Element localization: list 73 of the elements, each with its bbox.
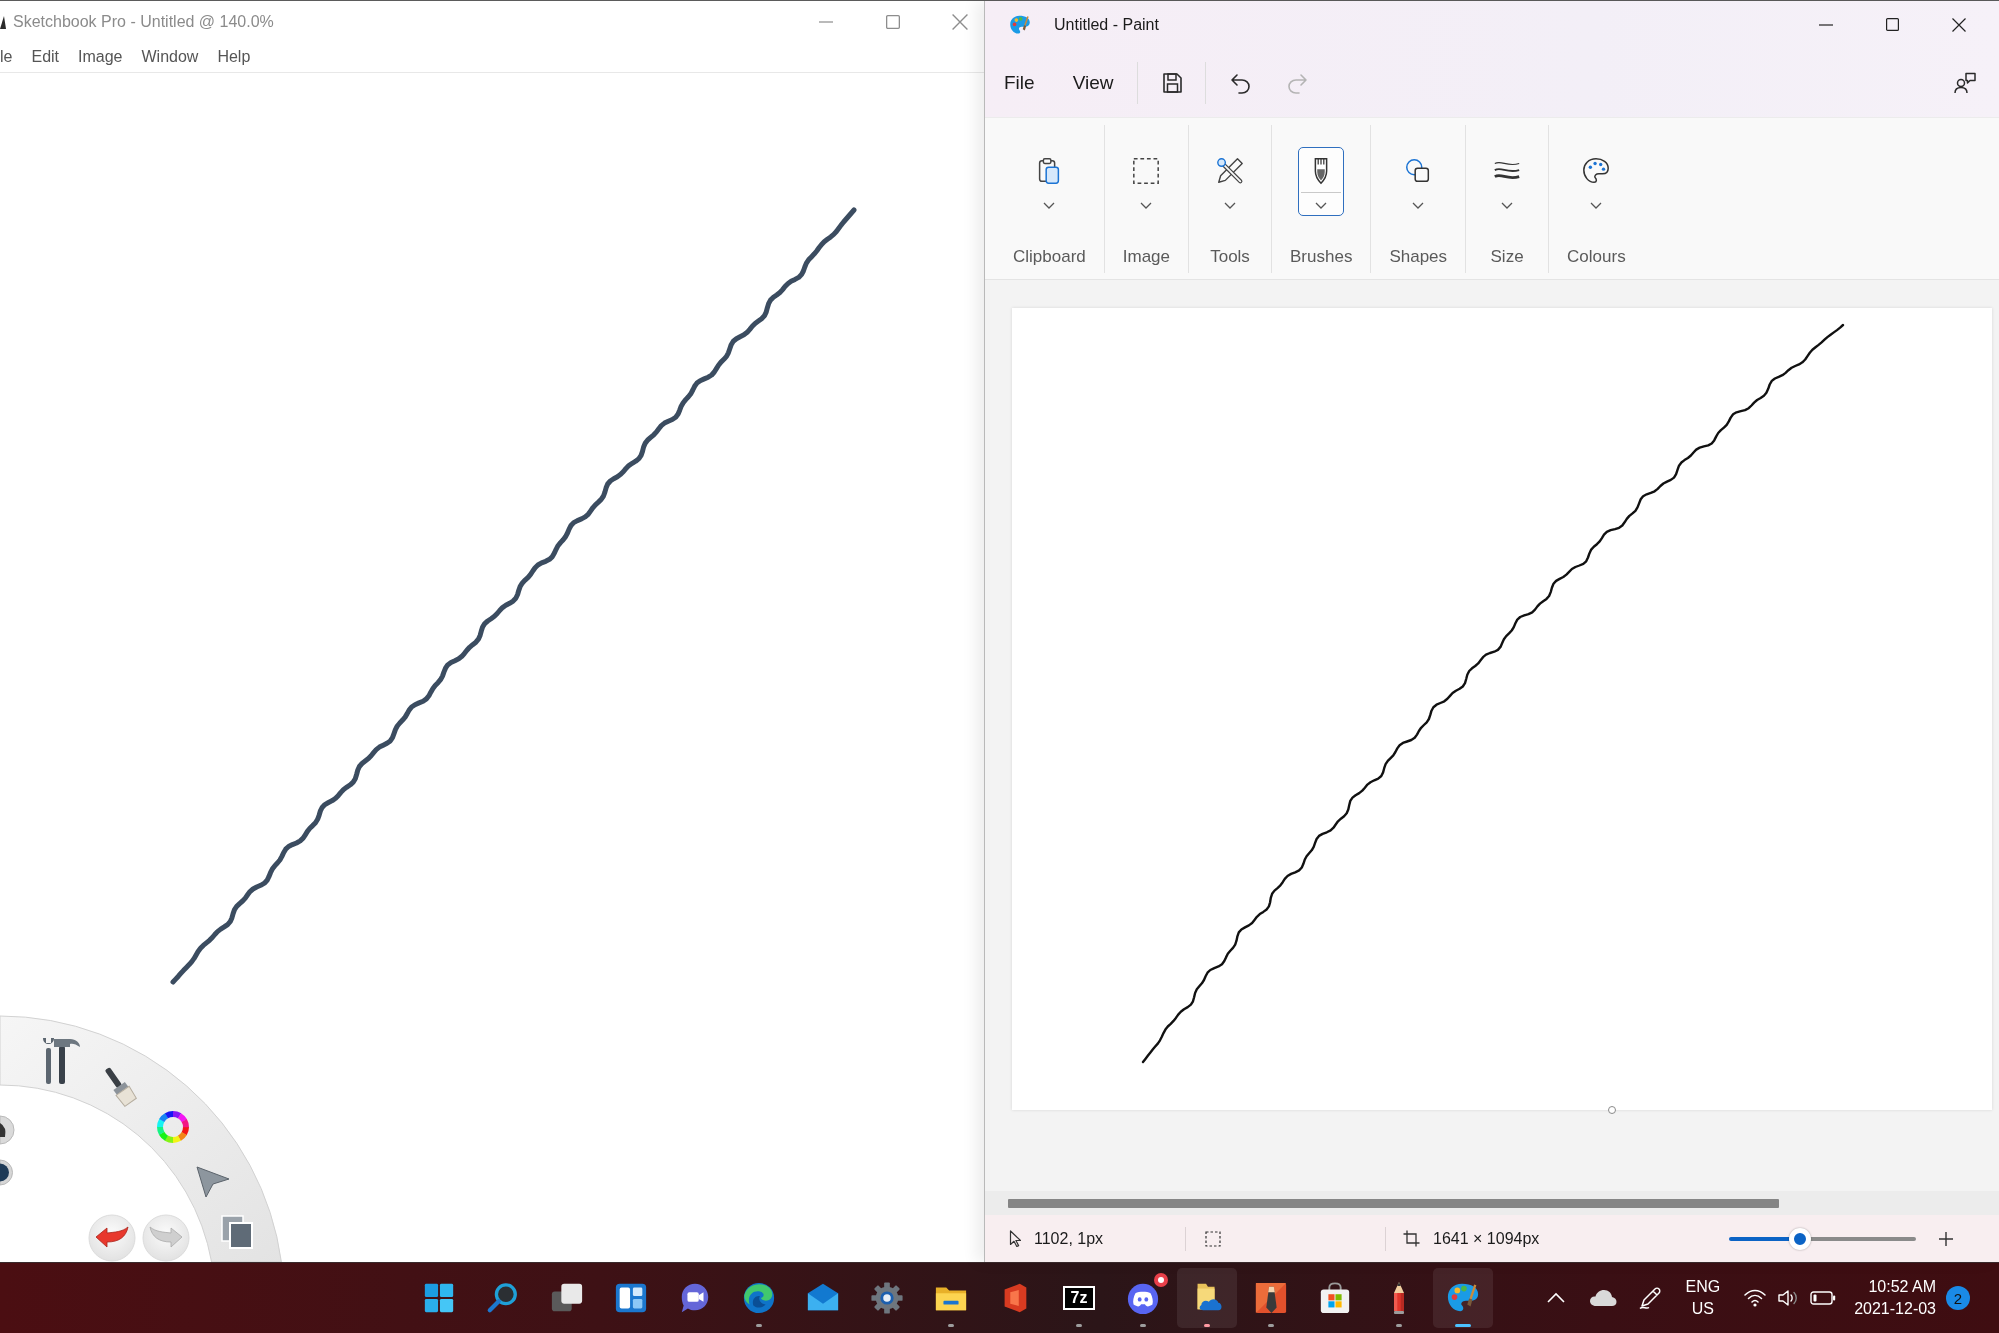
- window-title: Sketchbook Pro - Untitled @ 140.0%: [13, 12, 274, 31]
- slider-thumb[interactable]: [1789, 1227, 1812, 1250]
- chevron-down-icon: [1043, 202, 1056, 209]
- colour-puck-icon[interactable]: [0, 1159, 13, 1186]
- paintbrush-icon[interactable]: [104, 1067, 137, 1107]
- close-icon[interactable]: [1952, 17, 1966, 32]
- pointer-icon[interactable]: [196, 1166, 230, 1198]
- menu-item[interactable]: Image: [78, 48, 123, 66]
- notification-badge[interactable]: 2: [1946, 1286, 1970, 1310]
- save-icon[interactable]: [1160, 70, 1185, 95]
- chevron-up-icon[interactable]: [1546, 1292, 1567, 1304]
- undo-button[interactable]: [88, 1214, 136, 1262]
- cloud-icon[interactable]: [1589, 1289, 1618, 1307]
- ribbon-label: Shapes: [1389, 247, 1448, 267]
- chevron-down-icon: [1501, 202, 1514, 209]
- person-chat-icon[interactable]: [1953, 70, 1977, 95]
- maximize-icon[interactable]: [1886, 18, 1899, 31]
- tool-puck-icon[interactable]: [0, 1115, 15, 1145]
- taskbar-button[interactable]: [1177, 1268, 1237, 1328]
- pencil-tile-icon: [1254, 1281, 1288, 1315]
- resize-handle[interactable]: [1608, 1106, 1616, 1114]
- widgets-icon: [614, 1281, 648, 1315]
- app-logo: 7z: [1063, 1286, 1095, 1310]
- ribbon-label: Image: [1122, 247, 1170, 267]
- chevron-down-icon: [1224, 202, 1236, 209]
- search-icon: [486, 1281, 520, 1315]
- colour-wheel-icon[interactable]: [157, 1111, 189, 1143]
- canvas-size-icon: [1403, 1230, 1420, 1247]
- menu-item[interactable]: View: [1059, 63, 1127, 102]
- volume-icon[interactable]: [1777, 1289, 1800, 1307]
- clock-button[interactable]: 10:52 AM 2021-12-03: [1852, 1276, 1938, 1320]
- menu-item[interactable]: File: [991, 63, 1048, 102]
- ribbon-label: Colours: [1567, 247, 1626, 267]
- curved-arrow-icon: [149, 1226, 183, 1248]
- window-title: Untitled - Paint: [1054, 15, 1159, 34]
- scrollbar-thumb[interactable]: [1008, 1198, 1779, 1208]
- selection-icon: [1131, 156, 1162, 186]
- taskbar-button[interactable]: 7z: [1049, 1268, 1109, 1328]
- menu-item[interactable]: Help: [217, 48, 251, 66]
- pencil-icon: [1393, 1282, 1405, 1314]
- ribbon-label: Tools: [1210, 247, 1250, 267]
- shopping-bag-icon: [1318, 1281, 1352, 1315]
- menu-item[interactable]: Edit: [31, 48, 60, 66]
- chevron-down-icon: [1590, 202, 1603, 209]
- browser-icon: [742, 1281, 776, 1315]
- pointer-icon: [1009, 1230, 1021, 1247]
- ribbon-label: Brushes: [1290, 247, 1353, 267]
- minimize-icon[interactable]: [1819, 23, 1833, 26]
- menu-item[interactable]: Window: [141, 48, 199, 66]
- ribbon-label: Size: [1490, 247, 1524, 267]
- palette-icon: [1009, 13, 1031, 36]
- layers-icon[interactable]: [221, 1215, 253, 1249]
- ribbon-label: Clipboard: [1013, 247, 1086, 267]
- palette-icon: [1581, 156, 1612, 186]
- settings-icon: [870, 1281, 904, 1315]
- menu-item[interactable]: le: [0, 48, 13, 66]
- controller-icon: [1126, 1281, 1160, 1315]
- selection-icon: [1205, 1230, 1221, 1247]
- chevron-down-icon: [1412, 202, 1425, 209]
- start-icon: [422, 1281, 456, 1315]
- wifi-icon[interactable]: [1744, 1289, 1767, 1307]
- battery-icon[interactable]: [1810, 1291, 1837, 1305]
- canvas-size: 1641 × 1094px: [1433, 1229, 1540, 1248]
- zoom-in-icon[interactable]: [1938, 1230, 1954, 1247]
- chevron-down-icon: [1140, 202, 1153, 209]
- chevron-down-icon: [1315, 202, 1328, 209]
- pen-icon[interactable]: [1638, 1286, 1663, 1310]
- brushes-button[interactable]: [1298, 147, 1345, 216]
- cursor-position: 1102, 1px: [1034, 1229, 1104, 1248]
- hammer-wrench-icon[interactable]: [43, 1038, 80, 1084]
- pencil-dropper-icon: [1215, 156, 1245, 186]
- language-button[interactable]: ENG US: [1685, 1276, 1721, 1320]
- curved-arrow-icon: [95, 1226, 129, 1248]
